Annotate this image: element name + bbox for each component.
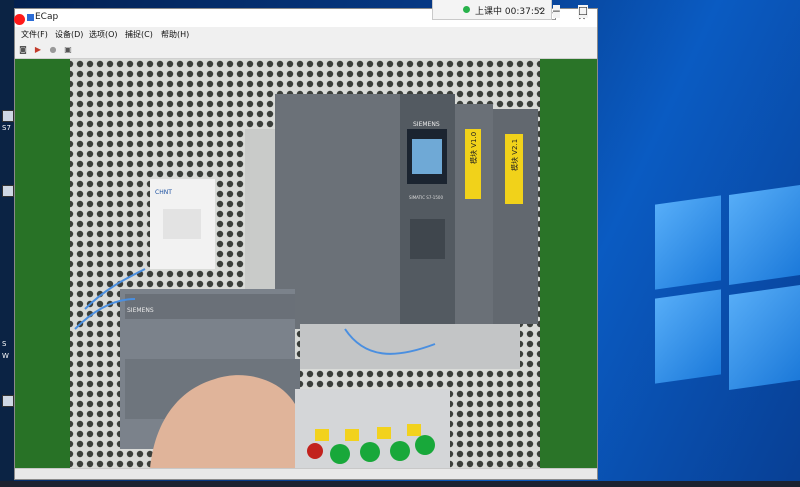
- window-title: ECap: [35, 12, 59, 22]
- desktop-icon-strip: S7 S W: [0, 0, 14, 487]
- timer-status-icon: [463, 6, 470, 13]
- desktop-shortcut-label: W: [2, 352, 9, 360]
- desktop-shortcut-label: S7: [2, 124, 11, 132]
- menu-bar: 文件(F) 设备(D) 选项(O) 捕捉(C) 帮助(H): [15, 27, 597, 41]
- desktop-shortcut-icon[interactable]: [2, 110, 14, 122]
- video-preview[interactable]: SIEMENS SIMATIC S7-1500 模块 V1.0 模块 V2.1 …: [15, 59, 597, 469]
- play-icon[interactable]: ▶: [33, 45, 43, 54]
- menu-file[interactable]: 文件(F): [21, 29, 48, 40]
- menu-device[interactable]: 设备(D): [55, 29, 83, 40]
- windows-logo: [655, 185, 800, 390]
- outer-maximize-button[interactable]: ☐: [578, 5, 588, 18]
- app-icon: [27, 14, 34, 21]
- module-2-label: 模块 V2.1: [510, 139, 519, 171]
- desktop-shortcut-label: S: [2, 340, 7, 348]
- timer-status: 上课中: [475, 7, 503, 17]
- breaker-brand-label: CHNT: [155, 189, 172, 196]
- desktop-shortcut-icon[interactable]: [2, 185, 14, 197]
- camera-icon[interactable]: ◙: [18, 45, 28, 54]
- menu-capture[interactable]: 捕捉(C): [125, 29, 153, 40]
- plc-brand-label: SIEMENS: [413, 121, 440, 128]
- status-bar: [15, 468, 597, 479]
- plc-model-label: SIMATIC S7-1500: [409, 195, 443, 200]
- menu-help[interactable]: 帮助(H): [161, 29, 189, 40]
- record-indicator-icon: [14, 14, 25, 25]
- stop-icon[interactable]: ●: [48, 45, 58, 54]
- chevron-down-icon[interactable]: ⌄: [537, 3, 544, 12]
- compact-plc-brand: SIEMENS: [127, 307, 154, 314]
- timer-text: 上课中 00:37:52: [475, 4, 545, 17]
- menu-options[interactable]: 选项(O): [89, 29, 118, 40]
- class-timer-pill[interactable]: 上课中 00:37:52 ⌄: [432, 0, 552, 20]
- ecap-window: ECap ─ ☐ ✕ 文件(F) 设备(D) 选项(O) 捕捉(C) 帮助(H)…: [14, 8, 598, 480]
- toolbar: ◙ ▶ ● ▣: [15, 42, 597, 59]
- outer-minimize-button[interactable]: ─: [553, 5, 560, 18]
- taskbar: [0, 481, 800, 487]
- desktop-shortcut-icon[interactable]: [2, 395, 14, 407]
- module-1-label: 模块 V1.0: [469, 132, 478, 164]
- camera-feed-graphic: SIEMENS SIMATIC S7-1500 模块 V1.0 模块 V2.1 …: [15, 59, 597, 469]
- settings-icon[interactable]: ▣: [63, 45, 73, 54]
